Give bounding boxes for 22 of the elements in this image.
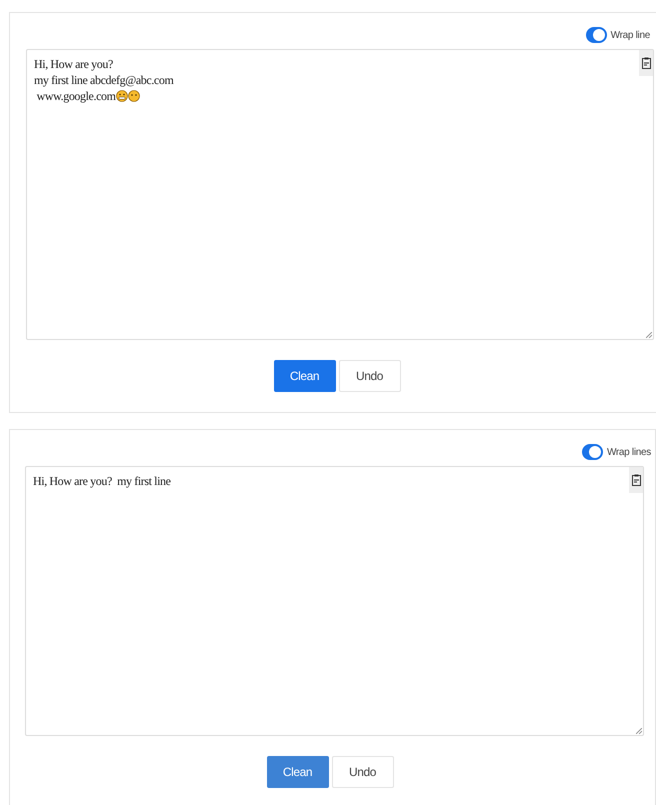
clipboard-icon xyxy=(642,57,650,69)
clean-button[interactable]: Clean xyxy=(266,756,328,788)
text-line: my first line abcdefg@abc.com xyxy=(34,72,174,88)
text-line: www.google.com xyxy=(36,88,116,104)
clean-button[interactable]: Clean xyxy=(274,360,336,392)
resize-handle-icon[interactable] xyxy=(636,728,642,734)
clipboard-button[interactable] xyxy=(639,50,653,76)
text-area[interactable]: Hi, How are you? my first line xyxy=(25,466,644,736)
toggle-label: Wrap line xyxy=(610,28,650,42)
undo-button[interactable]: Undo xyxy=(338,360,400,392)
text-line: Hi, How are you? my first line xyxy=(33,473,171,489)
toggle-label: Wrap lines xyxy=(606,446,651,460)
text-area[interactable]: Hi, How are you? my first line abcdefg@abc.com www.google.com xyxy=(26,49,654,340)
resize-handle-icon[interactable] xyxy=(646,332,652,338)
wrap-toggle[interactable] xyxy=(582,444,603,460)
clipboard-button[interactable] xyxy=(629,467,643,493)
text-line: Hi, How are you? xyxy=(34,56,113,72)
mouthless-face-icon xyxy=(128,90,140,102)
undo-button[interactable]: Undo xyxy=(332,756,394,788)
grimacing-face-icon xyxy=(116,90,128,102)
clipboard-icon xyxy=(632,474,640,486)
wrap-toggle[interactable] xyxy=(586,27,607,43)
